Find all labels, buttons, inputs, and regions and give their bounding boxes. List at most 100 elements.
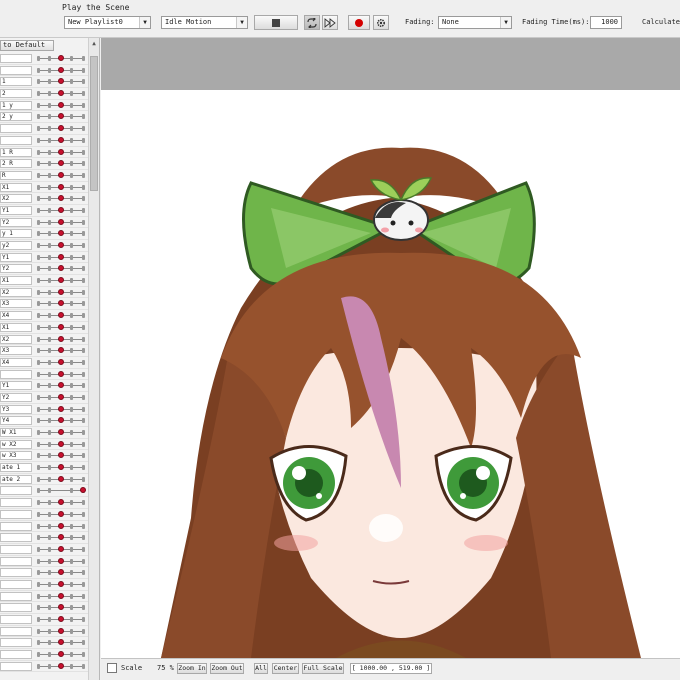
parameter-row[interactable]: X2: [0, 193, 88, 205]
parameter-slider-track[interactable]: [38, 490, 83, 492]
all-button[interactable]: All: [254, 663, 268, 674]
parameter-slider-knob[interactable]: [57, 300, 64, 307]
parameter-row[interactable]: X4: [0, 310, 88, 322]
parameter-row[interactable]: [0, 661, 88, 673]
parameter-slider-knob[interactable]: [57, 580, 64, 587]
parameter-row[interactable]: [0, 591, 88, 603]
parameter-row[interactable]: 2 R: [0, 158, 88, 170]
parameter-row[interactable]: [0, 485, 88, 498]
parameter-row[interactable]: X2: [0, 287, 88, 299]
parameter-slider-knob[interactable]: [57, 510, 64, 517]
parameter-slider-knob[interactable]: [57, 242, 64, 248]
scroll-up-icon[interactable]: ▲: [90, 40, 98, 50]
parameter-row[interactable]: Y1: [0, 380, 88, 392]
playlist-select[interactable]: New Playlist0 ▼: [64, 16, 151, 29]
parameter-row[interactable]: y2: [0, 240, 88, 252]
parameter-row[interactable]: [0, 556, 88, 568]
parameter-scrollbar[interactable]: ▲: [88, 38, 99, 680]
parameter-slider-knob[interactable]: [57, 382, 64, 389]
parameter-slider-knob[interactable]: [57, 639, 64, 646]
parameter-slider-knob[interactable]: [57, 183, 64, 190]
parameter-slider-knob[interactable]: [57, 616, 64, 622]
settings-button[interactable]: [373, 15, 389, 30]
parameter-row[interactable]: ate 1: [0, 462, 88, 474]
parameter-slider-knob[interactable]: [57, 218, 64, 225]
parameter-row[interactable]: y 1: [0, 228, 88, 240]
parameter-row[interactable]: Y1: [0, 252, 88, 264]
loop-button[interactable]: [304, 15, 320, 30]
parameter-row[interactable]: 1: [0, 76, 88, 89]
parameter-row[interactable]: w X2: [0, 439, 88, 451]
parameter-slider-knob[interactable]: [57, 55, 64, 61]
parameter-row[interactable]: [0, 509, 88, 521]
parameter-row[interactable]: 1 y: [0, 100, 88, 112]
parameter-slider-knob[interactable]: [57, 393, 64, 400]
parameter-row[interactable]: [0, 614, 88, 626]
parameter-slider-knob[interactable]: [57, 148, 64, 155]
fading-select[interactable]: None ▼: [438, 16, 512, 29]
parameter-slider-knob[interactable]: [57, 464, 64, 471]
parameter-slider-knob[interactable]: [57, 522, 64, 529]
parameter-row[interactable]: W X1: [0, 427, 88, 439]
parameter-slider-knob[interactable]: [57, 90, 64, 97]
fading-time-input[interactable]: 1000: [590, 16, 622, 29]
parameter-slider-knob[interactable]: [57, 347, 64, 354]
parameter-row[interactable]: X1: [0, 322, 88, 334]
parameter-row[interactable]: [0, 579, 88, 591]
parameter-row[interactable]: [0, 497, 88, 509]
parameter-slider-knob[interactable]: [57, 160, 64, 167]
parameter-row[interactable]: [0, 602, 88, 614]
parameter-row[interactable]: [0, 532, 88, 544]
parameter-row[interactable]: [0, 53, 88, 65]
parameter-row[interactable]: [0, 123, 88, 135]
stop-button[interactable]: [254, 15, 298, 30]
parameter-row[interactable]: [0, 626, 88, 638]
parameter-slider-knob[interactable]: [57, 323, 64, 330]
parameter-slider-knob[interactable]: [57, 662, 64, 669]
record-button[interactable]: [348, 15, 370, 30]
parameter-row[interactable]: X2: [0, 334, 88, 346]
parameter-slider-knob[interactable]: [57, 651, 64, 658]
parameter-slider-knob[interactable]: [57, 277, 64, 284]
parameter-row[interactable]: 1 R: [0, 147, 88, 159]
parameter-row[interactable]: X1: [0, 275, 88, 287]
parameter-slider-knob[interactable]: [57, 125, 64, 132]
parameter-slider-knob[interactable]: [57, 358, 64, 365]
parameter-row[interactable]: [0, 521, 88, 533]
parameter-row[interactable]: w X3: [0, 450, 88, 463]
preview-canvas[interactable]: [101, 38, 680, 658]
parameter-row[interactable]: X1: [0, 182, 88, 194]
parameter-slider-knob[interactable]: [57, 101, 64, 108]
full-scale-button[interactable]: Full Scale: [302, 663, 344, 674]
parameter-slider-knob[interactable]: [57, 195, 64, 202]
parameter-slider-knob[interactable]: [57, 452, 64, 459]
parameter-slider-knob[interactable]: [57, 440, 64, 447]
parameter-row[interactable]: [0, 65, 88, 77]
parameter-slider-knob[interactable]: [57, 592, 64, 599]
parameter-slider-knob[interactable]: [57, 405, 64, 412]
reset-to-default-button[interactable]: to Default: [0, 40, 54, 51]
parameter-slider-knob[interactable]: [57, 230, 64, 237]
parameter-slider-knob[interactable]: [57, 417, 64, 424]
parameter-row[interactable]: X3: [0, 345, 88, 357]
parameter-slider-knob[interactable]: [57, 206, 64, 213]
parameter-row[interactable]: X4: [0, 357, 88, 369]
fast-forward-button[interactable]: [322, 15, 338, 30]
parameter-slider-knob[interactable]: [57, 370, 64, 377]
parameter-slider-knob[interactable]: [57, 78, 64, 85]
scale-checkbox[interactable]: [107, 663, 117, 673]
parameter-slider-knob[interactable]: [57, 171, 64, 178]
parameter-slider-knob[interactable]: [57, 569, 64, 576]
parameter-row[interactable]: ate 2: [0, 474, 88, 486]
parameter-row[interactable]: Y2: [0, 217, 88, 229]
parameter-row[interactable]: Y3: [0, 404, 88, 416]
zoom-in-button[interactable]: Zoom In: [177, 663, 207, 674]
parameter-row[interactable]: Y2: [0, 263, 88, 276]
parameter-row[interactable]: 2: [0, 88, 88, 100]
parameter-slider-knob[interactable]: [57, 66, 64, 73]
zoom-out-button[interactable]: Zoom Out: [210, 663, 244, 674]
parameter-row[interactable]: Y4: [0, 415, 88, 427]
parameter-row[interactable]: [0, 369, 88, 381]
parameter-slider-knob[interactable]: [57, 113, 64, 120]
parameter-row[interactable]: Y1: [0, 205, 88, 217]
